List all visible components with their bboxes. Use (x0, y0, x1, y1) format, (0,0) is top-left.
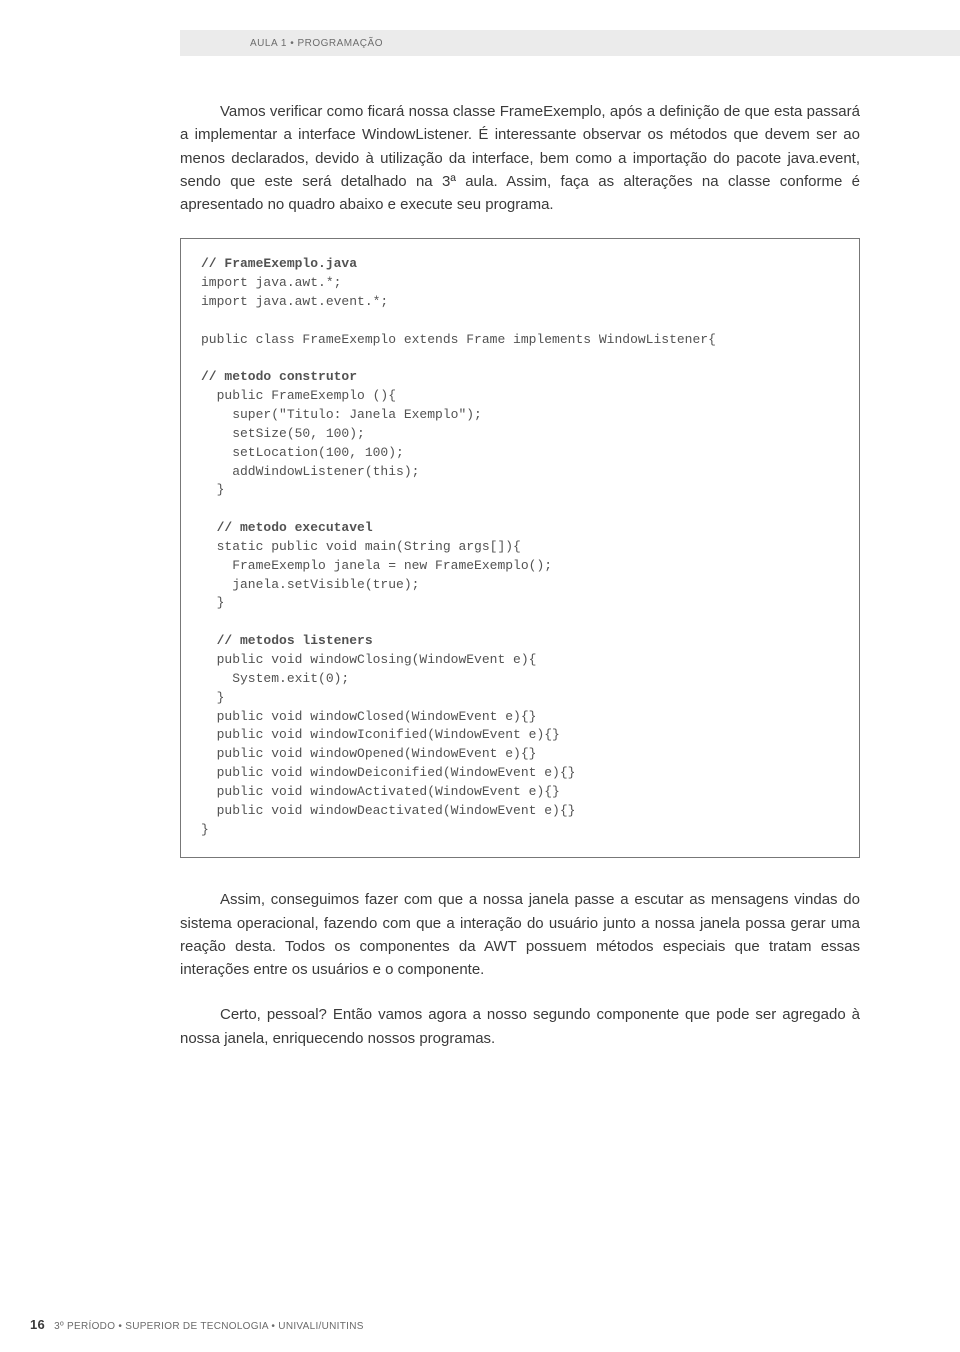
code-line: FrameExemplo janela = new FrameExemplo()… (201, 558, 552, 573)
paragraph-2: Assim, conseguimos fazer com que a nossa… (180, 888, 860, 981)
code-line: setSize(50, 100); (201, 426, 365, 441)
code-line: // metodo executavel (201, 520, 373, 535)
page-header: AULA 1 • PROGRAMAÇÃO (180, 30, 960, 56)
code-line: public void windowIconified(WindowEvent … (201, 727, 560, 742)
code-line: janela.setVisible(true); (201, 577, 419, 592)
page-number: 16 (30, 1317, 45, 1332)
code-line: } (201, 822, 209, 837)
code-line: // metodo construtor (201, 369, 357, 384)
code-line: } (201, 482, 224, 497)
code-line: public void windowOpened(WindowEvent e){… (201, 746, 536, 761)
code-line: setLocation(100, 100); (201, 445, 404, 460)
code-line: // FrameExemplo.java (201, 256, 357, 271)
code-line: public void windowClosed(WindowEvent e){… (201, 709, 536, 724)
code-line: public FrameExemplo (){ (201, 388, 396, 403)
code-line: import java.awt.*; (201, 275, 341, 290)
code-line: import java.awt.event.*; (201, 294, 388, 309)
code-line: System.exit(0); (201, 671, 349, 686)
paragraph-3: Certo, pessoal? Então vamos agora a noss… (180, 1003, 860, 1050)
code-line: public void windowDeactivated(WindowEven… (201, 803, 575, 818)
code-line: super("Titulo: Janela Exemplo"); (201, 407, 482, 422)
paragraph-1: Vamos verificar como ficará nossa classe… (180, 100, 860, 216)
code-box: // FrameExemplo.java import java.awt.*; … (180, 238, 860, 858)
main-content: Vamos verificar como ficará nossa classe… (180, 100, 860, 1072)
code-line: public void windowClosing(WindowEvent e)… (201, 652, 536, 667)
code-line: addWindowListener(this); (201, 464, 419, 479)
code-line: static public void main(String args[]){ (201, 539, 521, 554)
code-line: } (201, 595, 224, 610)
code-line: // metodos listeners (201, 633, 373, 648)
footer-text: 3º PERÍODO • SUPERIOR DE TECNOLOGIA • UN… (54, 1321, 364, 1332)
code-line: public class FrameExemplo extends Frame … (201, 332, 716, 347)
page-footer: 16 3º PERÍODO • SUPERIOR DE TECNOLOGIA •… (30, 1317, 364, 1332)
code-line: } (201, 690, 224, 705)
code-listing: // FrameExemplo.java import java.awt.*; … (201, 255, 839, 839)
header-text: AULA 1 • PROGRAMAÇÃO (250, 38, 383, 49)
code-line: public void windowActivated(WindowEvent … (201, 784, 560, 799)
code-line: public void windowDeiconified(WindowEven… (201, 765, 575, 780)
